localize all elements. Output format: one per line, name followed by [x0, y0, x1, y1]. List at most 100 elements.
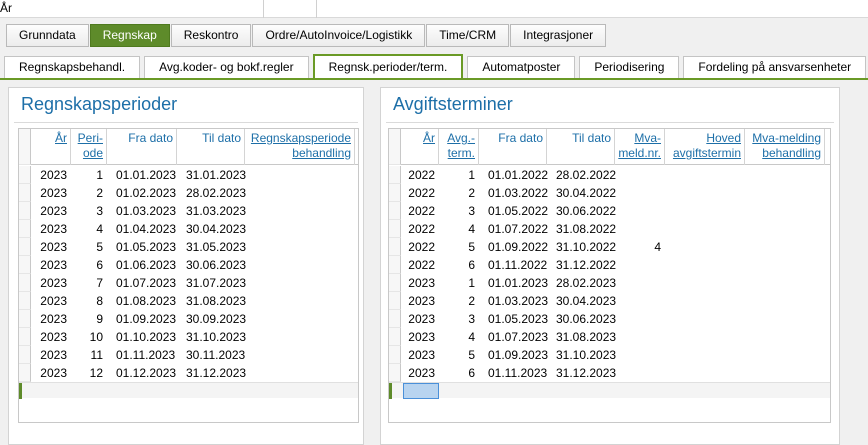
column-header[interactable]: År — [31, 129, 71, 165]
table-row[interactable]: 2023 5 01.05.2023 31.05.2023 — [19, 238, 358, 256]
table-cell[interactable]: 31.10.2023 — [177, 328, 246, 346]
column-header[interactable]: Fra dato — [107, 129, 177, 165]
row-selector[interactable] — [389, 166, 401, 184]
table-row[interactable]: 2023 10 01.10.2023 31.10.2023 — [19, 328, 358, 346]
table-cell[interactable]: 2022 — [401, 238, 439, 256]
row-selector[interactable] — [19, 166, 31, 184]
column-header[interactable]: Avg.- term. — [439, 129, 479, 165]
table-cell[interactable]: 31.10.2023 — [547, 346, 616, 364]
table-cell[interactable]: 2022 — [401, 202, 439, 220]
sub-tab-5[interactable]: Fordeling på ansvarsenheter — [683, 56, 867, 79]
table-row[interactable]: 2022 5 01.09.2022 31.10.2022 4 — [389, 238, 830, 256]
table-cell[interactable]: 5 — [439, 346, 479, 364]
table-row[interactable]: 2023 4 01.04.2023 30.04.2023 — [19, 220, 358, 238]
row-selector[interactable] — [19, 202, 31, 220]
table-cell[interactable] — [615, 202, 665, 220]
main-tab-regnskap[interactable]: Regnskap — [89, 24, 170, 47]
table-cell[interactable]: 2023 — [31, 274, 71, 292]
table-cell[interactable] — [665, 184, 745, 202]
table-cell[interactable] — [615, 166, 665, 184]
table-row[interactable]: 2023 4 01.07.2023 31.08.2023 — [389, 328, 830, 346]
table-row[interactable]: 2022 3 01.05.2022 30.06.2022 — [389, 202, 830, 220]
table-cell[interactable]: 30.06.2023 — [547, 310, 616, 328]
table-cell[interactable]: 2023 — [401, 310, 439, 328]
table-row[interactable]: 2023 7 01.07.2023 31.07.2023 — [19, 274, 358, 292]
table-cell[interactable] — [665, 310, 745, 328]
table-row[interactable]: 2022 4 01.07.2022 31.08.2022 — [389, 220, 830, 238]
row-selector[interactable] — [19, 238, 31, 256]
table-cell[interactable] — [615, 220, 665, 238]
table-cell[interactable]: 31.12.2023 — [547, 364, 616, 382]
table-row[interactable]: 2023 3 01.05.2023 30.06.2023 — [389, 310, 830, 328]
table-cell[interactable]: 2023 — [31, 202, 71, 220]
column-header[interactable]: Mva-melding behandling — [745, 129, 825, 165]
table-cell[interactable] — [245, 256, 355, 274]
table-cell[interactable]: 01.03.2023 — [107, 202, 177, 220]
column-header[interactable]: Peri-ode — [71, 129, 107, 165]
row-selector[interactable] — [389, 328, 401, 346]
main-tab-reskontro[interactable]: Reskontro — [170, 24, 252, 47]
column-header[interactable]: Hoved avgiftstermin — [665, 129, 745, 165]
table-cell[interactable]: 2023 — [31, 256, 71, 274]
table-cell[interactable]: 01.09.2023 — [107, 310, 177, 328]
table-cell[interactable]: 2023 — [31, 166, 71, 184]
table-cell[interactable]: 4 — [71, 220, 107, 238]
table-cell[interactable] — [615, 364, 665, 382]
column-header[interactable]: År — [401, 129, 439, 165]
table-cell[interactable]: 01.09.2023 — [479, 346, 548, 364]
table-cell[interactable]: 01.01.2022 — [479, 166, 548, 184]
table-row[interactable]: 2023 6 01.11.2023 31.12.2023 — [389, 364, 830, 382]
table-cell[interactable]: 01.07.2022 — [479, 220, 548, 238]
table-cell[interactable]: 6 — [71, 256, 107, 274]
table-cell[interactable] — [245, 238, 355, 256]
selected-cell[interactable] — [403, 383, 439, 399]
table-cell[interactable]: 4 — [615, 238, 665, 256]
row-selector[interactable] — [19, 364, 31, 382]
year-filter-label[interactable]: År — [0, 1, 12, 15]
table-cell[interactable]: 2 — [439, 184, 479, 202]
table-cell[interactable]: 2023 — [31, 346, 71, 364]
table-row[interactable]: 2023 2 01.03.2023 30.04.2023 — [389, 292, 830, 310]
table-cell[interactable]: 2023 — [31, 328, 71, 346]
table-cell[interactable]: 01.06.2023 — [107, 256, 177, 274]
table-cell[interactable]: 01.11.2022 — [479, 256, 547, 274]
table-cell[interactable] — [665, 238, 745, 256]
table-cell[interactable]: 6 — [439, 256, 479, 274]
table-cell[interactable] — [745, 220, 825, 238]
table-cell[interactable]: 7 — [71, 274, 107, 292]
table-cell[interactable]: 31.08.2023 — [547, 328, 616, 346]
table-cell[interactable] — [665, 292, 745, 310]
table-cell[interactable]: 2023 — [31, 238, 71, 256]
table-cell[interactable] — [615, 346, 665, 364]
table-cell[interactable]: 28.02.2023 — [177, 184, 246, 202]
table-cell[interactable]: 2023 — [401, 328, 439, 346]
table-cell[interactable]: 2023 — [31, 184, 71, 202]
table-cell[interactable]: 30.04.2022 — [547, 184, 616, 202]
table-row[interactable]: 2023 1 01.01.2023 28.02.2023 — [389, 274, 830, 292]
row-selector[interactable] — [389, 274, 401, 292]
table-cell[interactable] — [665, 274, 745, 292]
table-cell[interactable] — [665, 346, 745, 364]
main-tab-grunndata[interactable]: Grunndata — [6, 24, 89, 47]
table-cell[interactable] — [745, 184, 825, 202]
table-cell[interactable] — [745, 238, 825, 256]
table-cell[interactable] — [745, 274, 825, 292]
table-cell[interactable]: 2022 — [401, 220, 439, 238]
table-cell[interactable]: 3 — [71, 202, 107, 220]
row-selector[interactable] — [389, 310, 401, 328]
column-header[interactable]: Til dato — [177, 129, 245, 165]
table-cell[interactable] — [745, 202, 825, 220]
table-cell[interactable]: 2023 — [31, 364, 71, 382]
row-selector[interactable] — [389, 202, 401, 220]
table-row[interactable]: 2023 9 01.09.2023 30.09.2023 — [19, 310, 358, 328]
table-cell[interactable] — [665, 220, 745, 238]
table-cell[interactable]: 31.08.2022 — [547, 220, 616, 238]
table-cell[interactable] — [745, 328, 825, 346]
table-cell[interactable] — [245, 364, 355, 382]
table-cell[interactable]: 01.02.2023 — [107, 184, 177, 202]
table-cell[interactable]: 31.08.2023 — [177, 292, 246, 310]
table-cell[interactable] — [665, 202, 745, 220]
table-cell[interactable]: 12 — [71, 364, 107, 382]
table-cell[interactable]: 31.10.2022 — [547, 238, 616, 256]
row-selector[interactable] — [19, 184, 31, 202]
